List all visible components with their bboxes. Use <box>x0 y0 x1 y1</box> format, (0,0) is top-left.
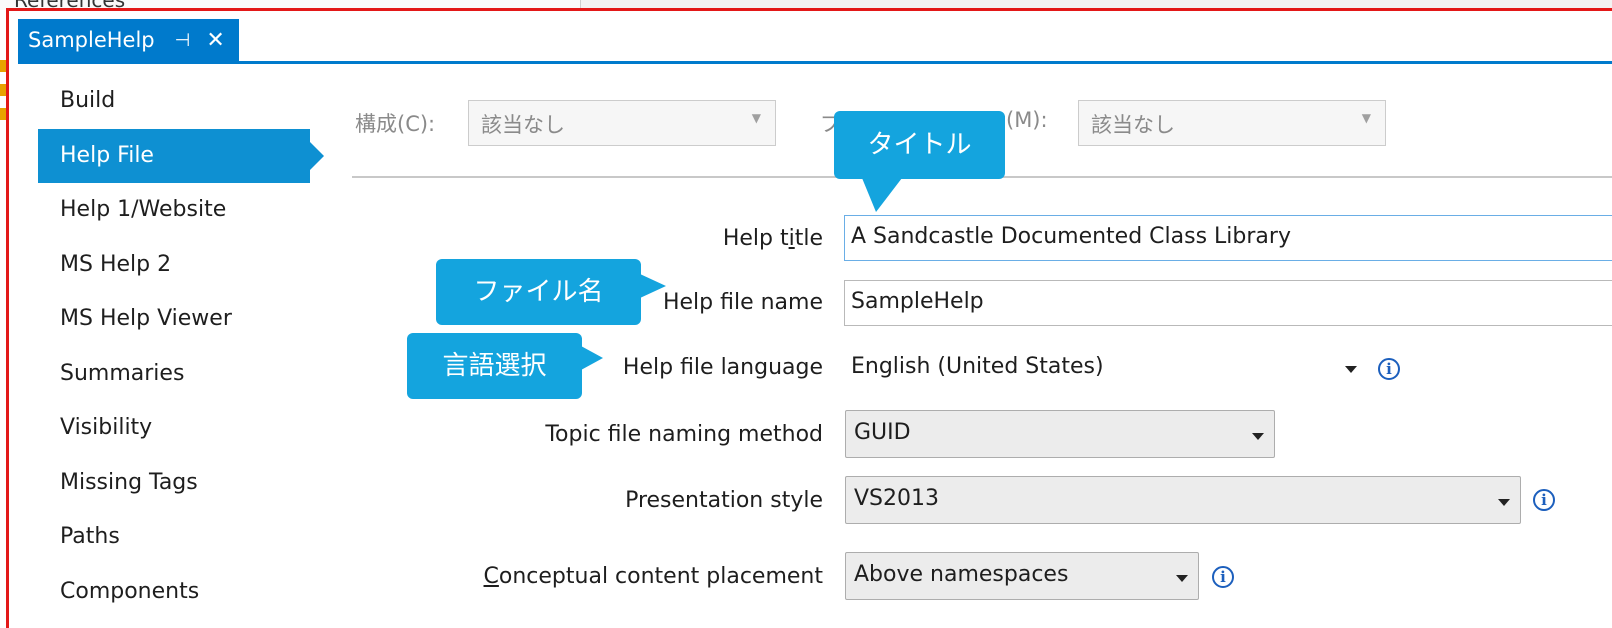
nav-item-ms-help-viewer[interactable]: MS Help Viewer <box>38 292 328 347</box>
callout-title-pointer <box>862 178 902 212</box>
chevron-down-icon: ▼ <box>1361 111 1371 125</box>
nav-item-help-file[interactable]: Help File <box>38 128 324 183</box>
nav-item-ms-help-2[interactable]: MS Help 2 <box>38 238 328 293</box>
nav-item-components[interactable]: Components <box>38 565 328 620</box>
tab-title: SampleHelp <box>28 28 155 52</box>
platform-combo: 該当なし ▼ <box>1078 100 1386 146</box>
nav-item-summaries[interactable]: Summaries <box>38 347 328 402</box>
callout-language: 言語選択 <box>407 333 582 399</box>
pin-icon[interactable]: ⊣ <box>175 30 191 51</box>
presentation-style-combo[interactable]: VS2013 <box>845 476 1521 524</box>
callout-title: タイトル <box>834 111 1005 179</box>
configuration-combo: 該当なし ▼ <box>468 100 776 146</box>
configuration-value: 該当なし <box>481 113 565 137</box>
nav-item-build[interactable]: Build <box>38 74 328 129</box>
content-placement-combo[interactable]: Above namespaces <box>845 552 1199 600</box>
property-page-nav: Build Help File Help 1/Website MS Help 2… <box>38 74 328 619</box>
nav-item-paths[interactable]: Paths <box>38 510 328 565</box>
presentation-style-value: VS2013 <box>854 486 940 511</box>
nav-item-missing-tags[interactable]: Missing Tags <box>38 456 328 511</box>
help-title-input[interactable]: A Sandcastle Documented Class Library <box>844 215 1612 261</box>
tab-underline <box>18 61 1612 64</box>
platform-value: 該当なし <box>1091 113 1175 137</box>
nav-item-visibility[interactable]: Visibility <box>38 401 328 456</box>
close-icon[interactable]: ✕ <box>206 28 224 53</box>
platform-label-end: (M): <box>1006 108 1048 132</box>
topic-naming-combo[interactable]: GUID <box>845 410 1275 458</box>
info-icon[interactable]: i <box>1212 566 1234 588</box>
topic-naming-value: GUID <box>854 420 911 445</box>
document-tab[interactable]: SampleHelp ⊣ ✕ <box>18 19 239 61</box>
help-title-label: Help title <box>722 226 823 251</box>
chevron-down-icon <box>1345 366 1357 373</box>
topic-naming-label: Topic file naming method <box>545 422 823 447</box>
chevron-down-icon <box>1498 499 1510 506</box>
chevron-down-icon: ▼ <box>751 111 761 125</box>
info-icon[interactable]: i <box>1533 489 1555 511</box>
callout-file-name-pointer <box>640 274 666 298</box>
configuration-label: 構成(C): <box>355 112 436 136</box>
callout-file-name: ファイル名 <box>436 259 641 325</box>
chevron-down-icon <box>1176 575 1188 582</box>
content-placement-label: Conceptual content placement <box>483 564 823 589</box>
content-placement-value: Above namespaces <box>854 562 1069 587</box>
help-file-language-combo[interactable]: English (United States) <box>842 344 1364 392</box>
help-file-language-value: English (United States) <box>851 354 1104 379</box>
presentation-style-label: Presentation style <box>625 488 823 513</box>
nav-item-help1-website[interactable]: Help 1/Website <box>38 183 328 238</box>
info-icon[interactable]: i <box>1378 358 1400 380</box>
help-file-name-input[interactable]: SampleHelp <box>844 280 1612 326</box>
callout-language-pointer <box>581 346 603 370</box>
chevron-down-icon <box>1252 433 1264 440</box>
